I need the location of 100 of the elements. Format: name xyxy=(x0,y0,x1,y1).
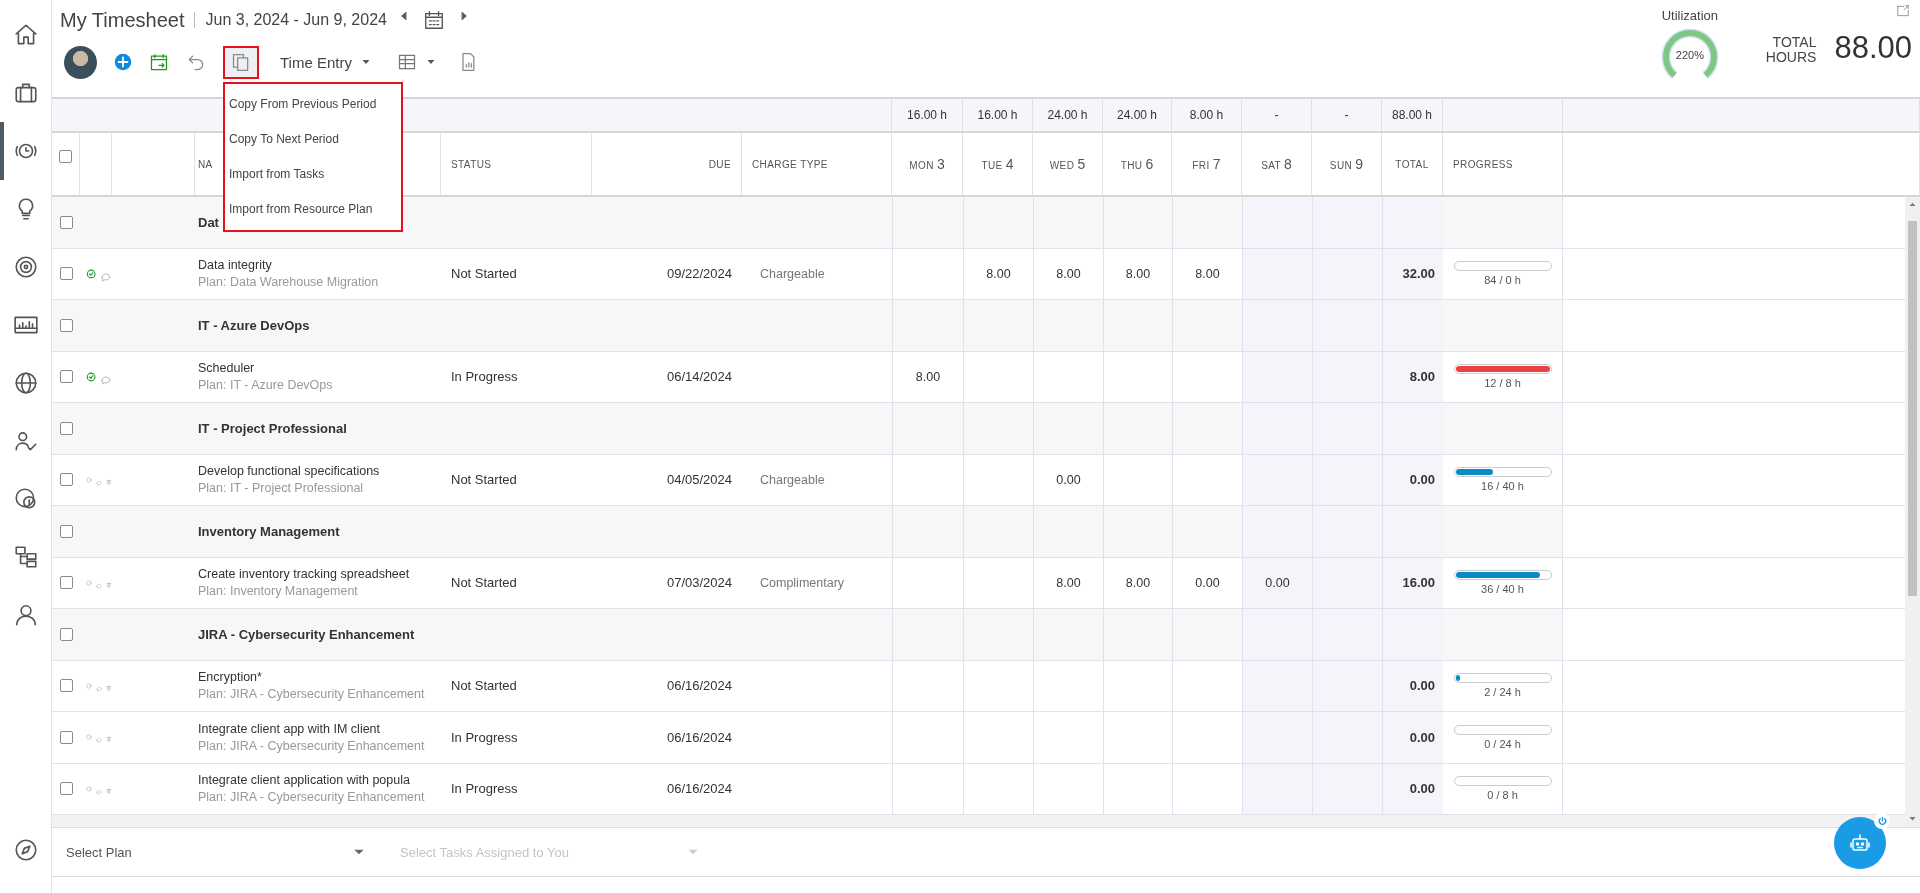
hours-cell[interactable] xyxy=(1242,248,1312,299)
total-cell: 8.00 xyxy=(1382,351,1443,402)
column-header[interactable]: SAT 8 xyxy=(1261,156,1292,172)
gauge-label: Utilization xyxy=(1661,8,1719,23)
hours-cell[interactable]: 0.00 xyxy=(1242,557,1312,608)
view-dropdown[interactable]: Time Entry xyxy=(276,53,376,71)
checkbox[interactable] xyxy=(59,149,72,163)
charge-type: Chargeable xyxy=(760,472,825,487)
task-name[interactable]: Create inventory tracking spreadsheet xyxy=(198,567,410,582)
status-text: In Progress xyxy=(450,728,519,747)
scrollbar[interactable] xyxy=(1905,197,1920,827)
progress-label: 2 / 24 h xyxy=(1484,686,1521,699)
checkbox[interactable] xyxy=(59,215,73,229)
task-name[interactable]: Integrate client application with popula xyxy=(198,773,410,788)
total-cell: 32.00 xyxy=(1382,248,1443,299)
checkbox[interactable] xyxy=(59,730,73,744)
total-cell: 0.00 xyxy=(1382,763,1443,814)
checkbox[interactable] xyxy=(59,524,73,538)
column-header[interactable]: THU 6 xyxy=(1120,156,1154,172)
progress-label: 36 / 40 h xyxy=(1481,583,1524,596)
checkbox[interactable] xyxy=(59,473,73,487)
progress-label: 12 / 8 h xyxy=(1484,377,1521,390)
charge-type: Chargeable xyxy=(760,266,825,281)
status-text: Not Started xyxy=(450,471,518,490)
avatar[interactable] xyxy=(64,45,97,79)
menu-item[interactable]: Import from Resource Plan xyxy=(225,191,401,227)
day-total: 16.00 h xyxy=(963,99,1033,131)
status-text: Not Started xyxy=(450,574,518,593)
hours-cell[interactable] xyxy=(1242,712,1312,763)
column-header[interactable]: SUN 9 xyxy=(1329,156,1364,172)
copy-button[interactable] xyxy=(223,45,259,79)
column-header[interactable]: WED 5 xyxy=(1049,156,1086,172)
power-icon[interactable] xyxy=(1876,815,1888,827)
due-date: 06/16/2024 xyxy=(665,780,733,799)
hours-cell[interactable] xyxy=(1242,454,1312,505)
total-cell: 0.00 xyxy=(1382,660,1443,711)
menu-item[interactable]: Copy To Next Period xyxy=(225,121,401,157)
hours-cell[interactable]: 8.00 xyxy=(1103,248,1172,299)
progress-label: 84 / 0 h xyxy=(1484,274,1521,287)
task-name[interactable]: Encryption* xyxy=(198,670,262,685)
day-total: 24.00 h xyxy=(1103,99,1172,131)
hours-cell[interactable]: 8.00 xyxy=(963,248,1033,299)
column-header[interactable]: TOTAL xyxy=(1395,158,1429,170)
group-title: Inventory Management xyxy=(198,523,340,539)
column-header[interactable]: NA xyxy=(198,158,213,170)
hierarchy-icon xyxy=(12,544,39,570)
compass-icon xyxy=(12,837,39,863)
copy-icon xyxy=(231,52,251,72)
progress-label: 0 / 8 h xyxy=(1487,789,1518,802)
column-header[interactable]: DUE xyxy=(708,158,731,170)
scroll-down-icon xyxy=(1908,814,1917,823)
plan-name: Plan: IT - Project Professional xyxy=(198,481,364,496)
task-name[interactable]: Scheduler xyxy=(198,361,255,376)
hours-cell[interactable]: 8.00 xyxy=(1033,248,1103,299)
chatbot-button[interactable] xyxy=(1834,817,1886,869)
column-header[interactable]: STATUS xyxy=(451,158,492,170)
checkbox[interactable] xyxy=(59,267,73,281)
group-title: IT - Azure DevOps xyxy=(198,317,310,333)
checkbox[interactable] xyxy=(59,576,73,590)
hours-cell[interactable]: 0.00 xyxy=(1033,454,1103,505)
checkbox[interactable] xyxy=(59,421,73,435)
task-name[interactable]: Develop functional specifications xyxy=(198,464,380,479)
task-name[interactable]: Integrate client app with IM client xyxy=(198,721,381,736)
hours-cell[interactable] xyxy=(1242,351,1312,402)
select-field[interactable]: Select Plan xyxy=(66,844,352,860)
column-header[interactable]: FRI 7 xyxy=(1192,156,1221,172)
checkbox[interactable] xyxy=(59,627,73,641)
grid-icon xyxy=(396,52,417,72)
due-date: 06/16/2024 xyxy=(665,677,733,696)
globe-icon xyxy=(12,370,39,396)
day-total: 16.00 h xyxy=(892,99,963,131)
total-cell: 0.00 xyxy=(1382,454,1443,505)
hours-cell[interactable]: 8.00 xyxy=(892,351,963,402)
column-header[interactable]: PROGRESS xyxy=(1453,158,1513,170)
menu-item[interactable]: Import from Tasks xyxy=(225,156,401,192)
checkbox[interactable] xyxy=(59,318,73,332)
column-header[interactable]: CHARGE TYPE xyxy=(752,158,828,170)
plan-name: Plan: Inventory Management xyxy=(198,584,358,599)
day-total: - xyxy=(1242,99,1312,131)
expand-icon[interactable] xyxy=(1896,4,1910,18)
checkbox[interactable] xyxy=(59,370,73,384)
date-range: Jun 3, 2024 - Jun 9, 2024 xyxy=(205,11,387,29)
calendar-icon[interactable] xyxy=(422,9,445,31)
hours-cell[interactable]: 8.00 xyxy=(1033,557,1103,608)
hours-cell[interactable] xyxy=(1242,660,1312,711)
due-date: 09/22/2024 xyxy=(665,265,733,284)
checkbox[interactable] xyxy=(59,782,73,796)
column-header[interactable]: MON 3 xyxy=(909,156,945,172)
menu-item[interactable]: Copy From Previous Period xyxy=(225,86,401,122)
add-icon[interactable] xyxy=(114,53,132,71)
day-total: 24.00 h xyxy=(1033,99,1103,131)
column-header[interactable]: TUE 4 xyxy=(981,156,1014,172)
checkbox[interactable] xyxy=(59,679,73,693)
plan-name: Plan: JIRA - Cybersecurity Enhancement xyxy=(198,790,425,805)
hours-cell[interactable] xyxy=(1242,763,1312,814)
task-name[interactable]: Data integrity xyxy=(198,258,272,273)
hours-cell[interactable]: 8.00 xyxy=(1103,557,1172,608)
charge-type: Complimentary xyxy=(760,575,845,590)
due-date: 06/16/2024 xyxy=(665,728,733,747)
total-hours-label: TOTAL HOURS xyxy=(1765,35,1817,65)
